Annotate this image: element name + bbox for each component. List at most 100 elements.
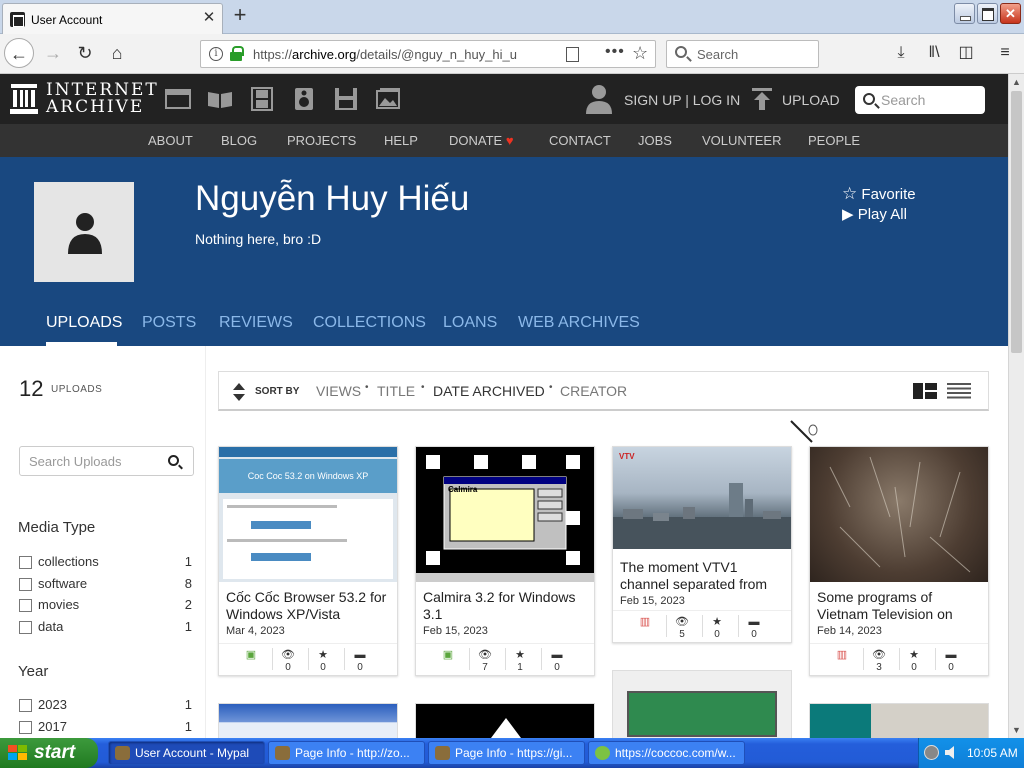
tab-web-archives[interactable]: WEB ARCHIVES	[518, 314, 640, 332]
checkbox[interactable]	[19, 599, 32, 612]
network-icon[interactable]	[924, 745, 939, 760]
nav-people[interactable]: PEOPLE	[808, 133, 860, 148]
reload-icon[interactable]: ↻	[70, 38, 100, 68]
tile-view-icon[interactable]	[913, 383, 937, 399]
minimize-window-button[interactable]	[954, 3, 975, 24]
facet-option[interactable]: collections 1	[19, 553, 192, 571]
scrollbar-thumb[interactable]	[1011, 91, 1022, 353]
item-thumbnail[interactable]	[810, 704, 988, 738]
item-card[interactable]: Coc Coc 53.2 on Windows XP Cốc Cốc Brows…	[218, 446, 398, 676]
forward-arrow-icon[interactable]: →	[38, 38, 68, 68]
checkbox[interactable]	[19, 699, 32, 712]
page-actions-icon[interactable]: •••	[605, 43, 625, 61]
reader-view-icon[interactable]	[566, 47, 579, 62]
item-thumbnail[interactable]: VTV	[613, 447, 791, 549]
item-title[interactable]: The moment VTV1 channel separated from	[620, 559, 788, 593]
item-thumbnail[interactable]	[810, 447, 988, 582]
library-icon[interactable]: ‖\	[923, 42, 945, 64]
upload-link[interactable]: UPLOAD	[782, 92, 840, 108]
sort-creator[interactable]: CREATOR	[560, 383, 627, 399]
item-card[interactable]: VTV The moment VTV1 channel separated fr…	[612, 446, 792, 643]
url-bar[interactable]: i https://archive.org/details/@nguy_n_hu…	[200, 40, 656, 68]
nav-projects[interactable]: PROJECTS	[287, 133, 356, 148]
back-arrow-icon[interactable]: ←	[4, 38, 34, 68]
item-thumbnail[interactable]: Coc Coc 53.2 on Windows XP	[219, 447, 397, 582]
url-text[interactable]: https://archive.org/details/@nguy_n_huy_…	[253, 47, 517, 62]
taskbar-item[interactable]: Page Info - https://gi...	[428, 741, 585, 765]
item-card[interactable]	[612, 670, 792, 738]
archive-logo-icon[interactable]	[10, 84, 38, 114]
bookmark-star-icon[interactable]: ☆	[632, 43, 648, 64]
favorite-button[interactable]: ☆ Favorite	[842, 184, 916, 204]
start-button[interactable]: start	[0, 738, 98, 768]
upload-arrow-icon[interactable]	[752, 88, 772, 110]
checkbox[interactable]	[19, 556, 32, 569]
audio-speaker-icon[interactable]	[291, 87, 317, 111]
close-window-button[interactable]	[1000, 3, 1021, 24]
nav-help[interactable]: HELP	[384, 133, 418, 148]
item-card[interactable]	[218, 703, 398, 738]
sort-date-archived[interactable]: DATE ARCHIVED	[433, 383, 545, 399]
sort-arrows-icon[interactable]	[233, 383, 245, 401]
item-title[interactable]: Cốc Cốc Browser 53.2 for Windows XP/Vist…	[226, 589, 394, 623]
play-all-button[interactable]: ▶ Play All	[842, 205, 907, 223]
download-icon[interactable]: ⤓	[890, 42, 912, 64]
taskbar-item[interactable]: Page Info - http://zo...	[268, 741, 425, 765]
nav-donate[interactable]: DONATE ♥	[449, 133, 514, 148]
scroll-up-arrow-icon[interactable]: ▲	[1009, 74, 1024, 90]
tab-collections[interactable]: COLLECTIONS	[313, 314, 426, 332]
sort-views[interactable]: VIEWS	[316, 383, 361, 399]
facet-option[interactable]: 2023 1	[19, 696, 192, 714]
tab-uploads[interactable]: UPLOADS	[46, 314, 122, 332]
item-card[interactable]: Calmira Calmira 3.2 for Windows 3.1 Feb …	[415, 446, 595, 676]
info-icon[interactable]: i	[209, 47, 223, 61]
item-thumbnail[interactable]	[613, 671, 791, 738]
texts-book-icon[interactable]	[207, 87, 233, 111]
search-uploads-input[interactable]: Search Uploads	[19, 446, 194, 476]
nav-about[interactable]: ABOUT	[148, 133, 193, 148]
volume-icon[interactable]	[944, 745, 960, 760]
item-thumbnail[interactable]	[219, 704, 397, 738]
checkbox[interactable]	[19, 721, 32, 734]
browser-search-bar[interactable]: Search	[666, 40, 819, 68]
scroll-down-arrow-icon[interactable]: ▼	[1009, 722, 1024, 738]
facet-option[interactable]: software 8	[19, 575, 192, 593]
home-icon[interactable]: ⌂	[102, 38, 132, 68]
video-film-icon[interactable]	[249, 87, 275, 111]
item-title[interactable]: Some programs of Vietnam Television on	[817, 589, 985, 623]
user-person-icon[interactable]	[586, 84, 612, 114]
taskbar-item[interactable]: https://coccoc.com/w...	[588, 741, 745, 765]
item-card[interactable]	[809, 703, 989, 738]
images-icon[interactable]	[375, 87, 401, 111]
close-tab-icon[interactable]: ✕	[200, 9, 218, 27]
nav-jobs[interactable]: JOBS	[638, 133, 672, 148]
taskbar-clock[interactable]: 10:05 AM	[967, 746, 1018, 760]
checkbox[interactable]	[19, 621, 32, 634]
sidebar-icon[interactable]: ◫	[955, 42, 977, 64]
list-view-icon[interactable]	[947, 383, 971, 399]
item-card[interactable]: Some programs of Vietnam Television on F…	[809, 446, 989, 676]
web-icon[interactable]	[165, 87, 191, 111]
hamburger-menu-icon[interactable]: ≡	[994, 42, 1016, 64]
item-card[interactable]	[415, 703, 595, 738]
tab-posts[interactable]: POSTS	[142, 314, 196, 332]
facet-option[interactable]: 2017 1	[19, 718, 192, 736]
nav-contact[interactable]: CONTACT	[549, 133, 611, 148]
new-tab-icon[interactable]: +	[229, 4, 251, 27]
software-floppy-icon[interactable]	[333, 87, 359, 111]
search-icon[interactable]	[168, 455, 179, 466]
taskbar-item[interactable]: User Account - Mypal	[108, 741, 265, 765]
facet-option[interactable]: movies 2	[19, 596, 192, 614]
page-scrollbar[interactable]: ▲ ▼	[1008, 74, 1024, 738]
facet-option[interactable]: data 1	[19, 618, 192, 636]
signup-login-link[interactable]: SIGN UP | LOG IN	[624, 92, 740, 108]
tab-reviews[interactable]: REVIEWS	[219, 314, 293, 332]
archive-logo-text[interactable]: INTERNET ARCHIVE	[46, 82, 159, 116]
item-thumbnail[interactable]	[491, 718, 521, 738]
item-thumbnail[interactable]: Calmira	[416, 447, 594, 582]
maximize-window-button[interactable]	[977, 3, 998, 24]
nav-volunteer[interactable]: VOLUNTEER	[702, 133, 781, 148]
item-title[interactable]: Calmira 3.2 for Windows 3.1	[423, 589, 591, 623]
sort-title[interactable]: TITLE	[377, 383, 415, 399]
nav-blog[interactable]: BLOG	[221, 133, 257, 148]
